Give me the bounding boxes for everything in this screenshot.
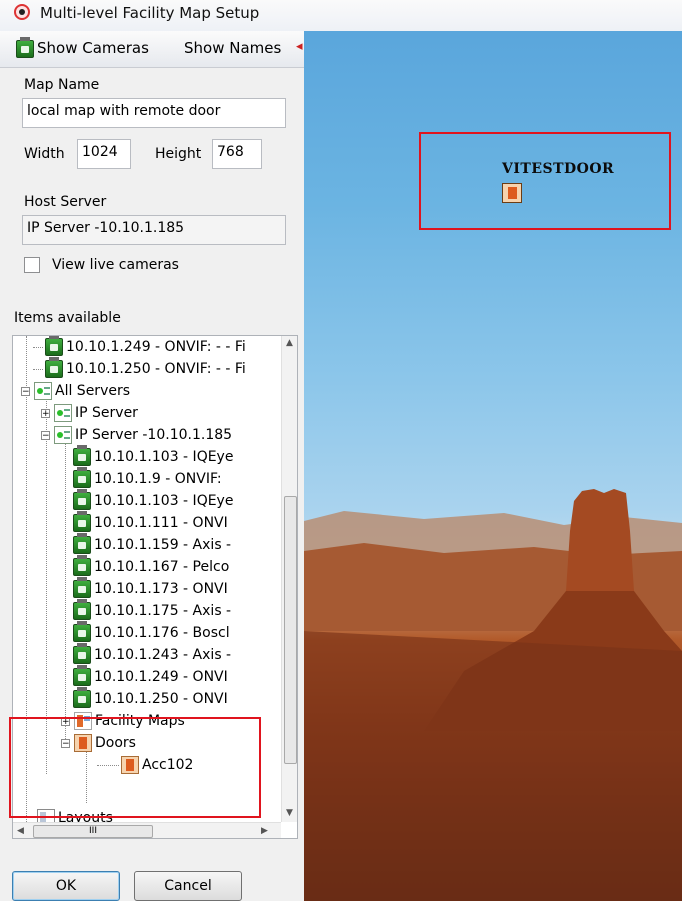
map-name-field[interactable]: local map with remote door bbox=[22, 98, 286, 128]
host-server-label: Host Server bbox=[24, 194, 107, 210]
height-field[interactable]: 768 bbox=[212, 139, 262, 169]
server-icon bbox=[54, 404, 72, 422]
highlight-box-doors-tree bbox=[9, 717, 261, 818]
tree-row-label: IP Server -10.10.1.185 bbox=[75, 427, 233, 443]
tree-row[interactable]: 10.10.1.249 - ONVI bbox=[73, 665, 228, 688]
camera-icon bbox=[73, 687, 91, 708]
camera-icon bbox=[73, 643, 91, 664]
tree-row-label: 10.10.1.167 - Pelco bbox=[94, 559, 230, 575]
camera-icon bbox=[73, 621, 91, 642]
tree-row-label: 10.10.1.103 - IQEye bbox=[94, 449, 234, 465]
tree-row-label: 10.10.1.173 - ONVI bbox=[94, 581, 228, 597]
map-name-label: Map Name bbox=[24, 77, 100, 93]
tree-row[interactable]: 10.10.1.243 - Axis - bbox=[73, 643, 232, 666]
tree-row-label: 10.10.1.250 - ONVI bbox=[94, 691, 228, 707]
title-bar: Multi-level Facility Map Setup bbox=[0, 0, 682, 31]
vertical-scroll-thumb[interactable] bbox=[284, 496, 297, 764]
tree-row-label: 10.10.1.249 - ONVI bbox=[94, 669, 228, 685]
tree-row[interactable]: 10.10.1.103 - IQEye bbox=[73, 445, 234, 468]
camera-icon bbox=[73, 467, 91, 488]
toolbar: Show Cameras Show Names ◂ bbox=[0, 31, 304, 68]
tree-row-label: 10.10.1.249 - ONVIF: - - Fi bbox=[66, 339, 246, 355]
camera-icon bbox=[73, 533, 91, 554]
camera-icon bbox=[45, 336, 63, 356]
tree-row-label: 10.10.1.103 - IQEye bbox=[94, 493, 234, 509]
view-live-cameras-checkbox[interactable] bbox=[24, 257, 40, 273]
tree-row[interactable]: 10.10.1.159 - Axis - bbox=[73, 533, 232, 556]
tree-row-label: 10.10.1.243 - Axis - bbox=[94, 647, 232, 663]
height-label: Height bbox=[155, 146, 202, 162]
server-icon bbox=[54, 426, 72, 444]
camera-icon bbox=[73, 555, 91, 576]
tree-row[interactable]: 10.10.1.249 - ONVIF: - - Fi bbox=[33, 336, 246, 358]
tree-row[interactable]: 10.10.1.250 - ONVI bbox=[73, 687, 228, 710]
tree-row[interactable]: 10.10.1.167 - Pelco bbox=[73, 555, 230, 578]
width-field[interactable]: 1024 bbox=[77, 139, 131, 169]
tree-row-all-servers[interactable]: − All Servers bbox=[21, 380, 130, 402]
camera-icon bbox=[73, 489, 91, 510]
collapse-icon[interactable]: − bbox=[41, 430, 50, 440]
tree-row-label: 10.10.1.176 - Boscl bbox=[94, 625, 230, 641]
app-eye-icon bbox=[14, 4, 30, 20]
tree-row-ip-server[interactable]: + IP Server bbox=[41, 402, 138, 424]
tree-row[interactable]: 10.10.1.103 - IQEye bbox=[73, 489, 234, 512]
camera-icon bbox=[16, 37, 34, 58]
camera-icon bbox=[73, 665, 91, 686]
camera-icon bbox=[73, 511, 91, 532]
server-icon bbox=[34, 382, 52, 400]
tree-row-label: 10.10.1.250 - ONVIF: - - Fi bbox=[66, 361, 246, 377]
items-available-label: Items available bbox=[14, 310, 121, 326]
tree-row[interactable]: 10.10.1.176 - Boscl bbox=[73, 621, 230, 644]
tree-row[interactable]: 10.10.1.175 - Axis - bbox=[73, 599, 232, 622]
show-names-button[interactable]: Show Names bbox=[184, 39, 281, 57]
collapse-icon[interactable]: − bbox=[21, 386, 30, 396]
horizontal-scroll-thumb[interactable]: III bbox=[33, 825, 153, 838]
host-server-field[interactable]: IP Server -10.10.1.185 bbox=[22, 215, 286, 245]
toolbar-overflow-icon[interactable]: ◂ bbox=[296, 39, 303, 54]
tree-row-label: IP Server bbox=[75, 405, 138, 421]
tree-vertical-scrollbar[interactable]: ▲ ▼ bbox=[281, 336, 297, 822]
camera-icon bbox=[73, 445, 91, 466]
width-label: Width bbox=[24, 146, 65, 162]
tree-row-label: 10.10.1.159 - Axis - bbox=[94, 537, 232, 553]
camera-icon bbox=[73, 577, 91, 598]
tree-row[interactable]: 10.10.1.9 - ONVIF: bbox=[73, 467, 222, 490]
tree-row[interactable]: 10.10.1.173 - ONVI bbox=[73, 577, 228, 600]
cancel-button[interactable]: Cancel bbox=[134, 871, 242, 901]
tree-row[interactable]: 10.10.1.250 - ONVIF: - - Fi bbox=[33, 357, 246, 380]
tree-row[interactable]: 10.10.1.111 - ONVI bbox=[73, 511, 228, 534]
highlight-box-map-door bbox=[419, 132, 671, 230]
expand-icon[interactable]: + bbox=[41, 408, 50, 418]
tree-row-label: All Servers bbox=[55, 383, 131, 399]
camera-icon bbox=[73, 599, 91, 620]
tree-row-label: 10.10.1.9 - ONVIF: bbox=[94, 471, 222, 487]
camera-icon bbox=[45, 357, 63, 378]
tree-row-label: 10.10.1.111 - ONVI bbox=[94, 515, 228, 531]
tree-horizontal-scrollbar[interactable]: ◀ III ▶ bbox=[13, 822, 281, 838]
view-live-cameras-label: View live cameras bbox=[52, 257, 179, 273]
tree-row-ip-server-185[interactable]: − IP Server -10.10.1.185 bbox=[41, 424, 232, 446]
window-title: Multi-level Facility Map Setup bbox=[40, 4, 260, 22]
ok-button[interactable]: OK bbox=[12, 871, 120, 901]
show-cameras-button[interactable]: Show Cameras bbox=[37, 39, 149, 57]
tree-row-label: 10.10.1.175 - Axis - bbox=[94, 603, 232, 619]
